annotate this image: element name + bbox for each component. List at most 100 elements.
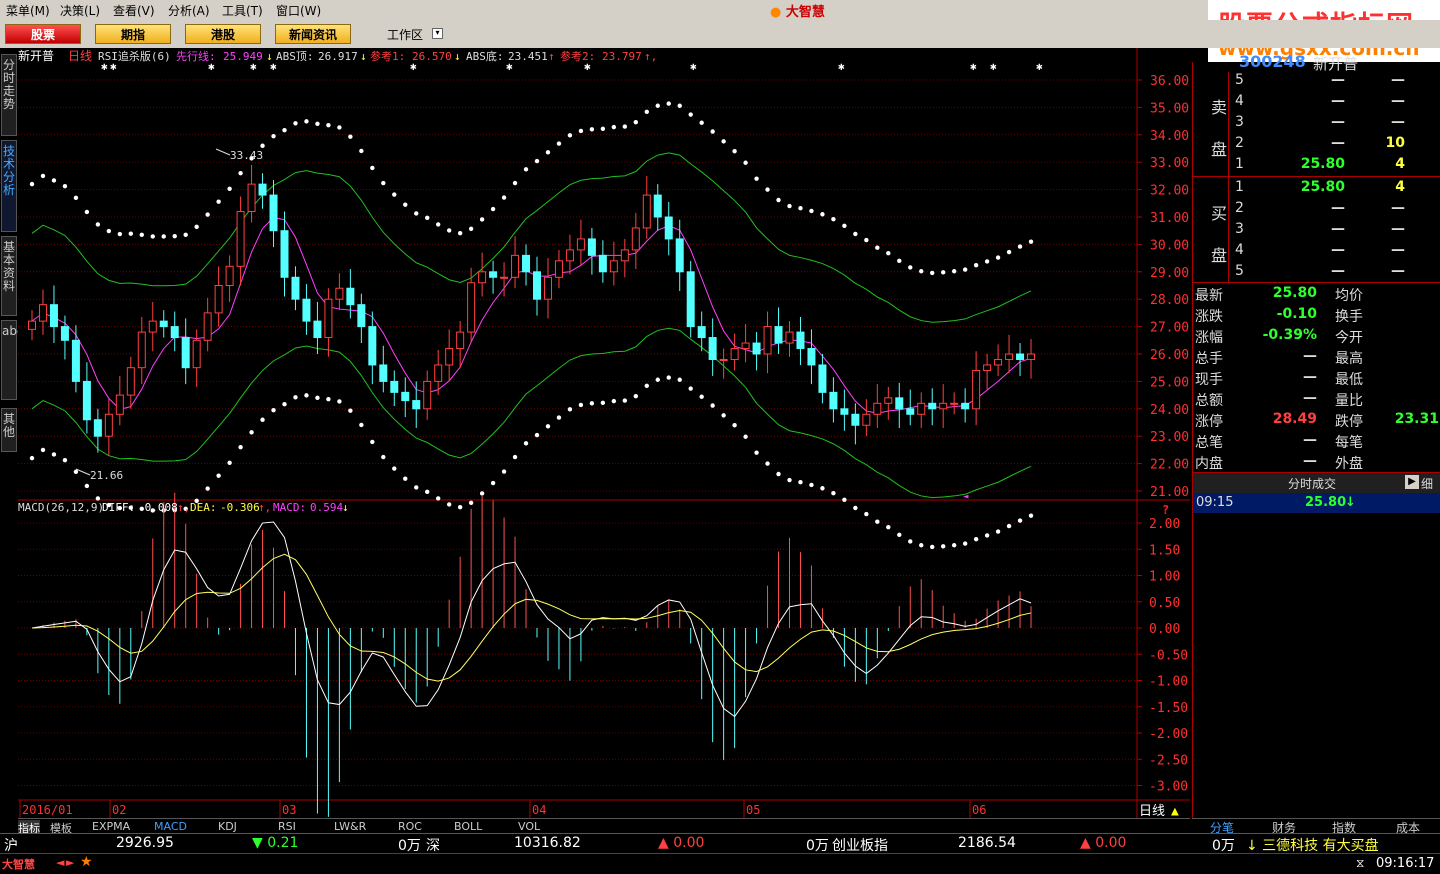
hk-stock-button[interactable]: 港股 (185, 24, 261, 44)
tab-fundamentals[interactable]: 基本资料 (1, 236, 17, 316)
workzone-label[interactable]: 工作区 (387, 26, 423, 43)
ref1-value: 26.570 (412, 50, 452, 63)
tab-boll[interactable]: BOLL (454, 820, 482, 833)
sell-level-row[interactable]: 4 — — (1193, 91, 1440, 112)
upper-dot (84, 209, 90, 215)
upper-dot (743, 160, 748, 165)
tab-lwr[interactable]: LW&R (334, 820, 366, 833)
candle-up (543, 276, 552, 300)
tab-kdj[interactable]: KDJ (218, 820, 237, 833)
tab-expma[interactable]: EXPMA (92, 820, 130, 833)
candle-down (357, 304, 366, 328)
buy-level-row[interactable]: 1 25.80 4 (1193, 177, 1440, 198)
tab-technical[interactable]: 技术分析 (1, 140, 17, 232)
candle-down (522, 254, 531, 273)
upper-dot (73, 195, 79, 201)
trade-row[interactable]: 09:15 25.80 ↓ (1193, 493, 1440, 513)
level: 4 (1235, 93, 1244, 109)
news-button[interactable]: 新闻资讯 (275, 24, 351, 44)
candle-up (785, 331, 794, 344)
sell-level-row[interactable]: 2 — 10 (1193, 133, 1440, 154)
news-ticker[interactable]: ↓ 三德科技 有大买盘 (1246, 835, 1379, 855)
star-icon[interactable]: ★ (80, 854, 93, 870)
candle-up (741, 342, 750, 350)
price-tick-label: 25.00 (1150, 375, 1189, 390)
quote-row: 总笔 — 每笔 (1195, 432, 1363, 451)
level: 3 (1235, 221, 1244, 237)
upper-dot (337, 125, 342, 130)
lower-dot (435, 496, 441, 501)
menu-view[interactable]: 查看(V) (113, 2, 155, 19)
price-tick-label: 22.00 (1150, 458, 1189, 473)
macd-tick-label: -2.00 (1149, 727, 1188, 742)
play-icon[interactable]: ▶ (1405, 475, 1419, 489)
candle-up (576, 238, 585, 251)
upper-dot (534, 158, 540, 164)
macd-tick-label: -1.50 (1149, 701, 1188, 716)
candle-down (906, 408, 915, 415)
chart-pane[interactable]: ✱ ✱ ✱ ✱ ✱ ✱ ✱ ✱ ✱ ✱ ✱ ✱ ✱ 36.00 35.00 34.00 33.00 32.00 3… (18, 48, 1190, 819)
menu-main[interactable]: 菜单(M) (6, 2, 50, 19)
menu-tools[interactable]: 工具(T) (222, 2, 263, 19)
ref2-arrow: ↑, (644, 50, 657, 63)
lower-dot (95, 496, 101, 501)
sell-level-row[interactable]: 5 — — (1193, 70, 1440, 91)
upper-dot (29, 181, 35, 187)
lower-dot (600, 400, 606, 405)
tab-other[interactable]: 其他 (1, 408, 17, 452)
buy-level-row[interactable]: 2 — — (1193, 198, 1440, 219)
level: 4 (1235, 242, 1244, 258)
tab-rsi[interactable]: RSI (278, 820, 296, 833)
detail-button[interactable]: 细 (1421, 475, 1433, 492)
tab-macd[interactable]: MACD (154, 820, 187, 833)
workzone-dropdown-icon[interactable]: ▾ (432, 28, 443, 39)
futures-button[interactable]: 期指 (95, 24, 171, 44)
date-label: 02 (112, 803, 126, 817)
menu-decision[interactable]: 决策(L) (60, 2, 100, 19)
macd-tick-label: 0.00 (1149, 622, 1180, 637)
upper-dot (930, 270, 935, 276)
tab-roc[interactable]: ROC (398, 820, 422, 833)
price-tick-label: 26.00 (1150, 348, 1189, 363)
menu-window[interactable]: 窗口(W) (276, 2, 321, 19)
menu-analysis[interactable]: 分析(A) (168, 2, 210, 19)
level: 1 (1235, 156, 1244, 172)
logo-icon: ● (770, 5, 782, 20)
level: 5 (1235, 72, 1244, 88)
upper-dot (479, 217, 485, 222)
arrow-left-icon[interactable]: ◄ (56, 856, 64, 869)
tab-vol[interactable]: VOL (518, 820, 540, 833)
volume: — (1391, 114, 1405, 130)
candle-down (675, 238, 684, 273)
upper-dot (348, 134, 353, 139)
lower-dot (787, 477, 792, 483)
volume: — (1391, 263, 1405, 279)
buy-level-row[interactable]: 4 — — (1193, 240, 1440, 261)
abs-top-value: 26.917 (318, 50, 358, 63)
sell-level-row[interactable]: 1 25.80 4 (1193, 154, 1440, 175)
sh-change: ▼ 0.21 (252, 835, 299, 851)
period-arrow-icon: ▲ (1171, 804, 1179, 818)
upper-dot (1028, 239, 1034, 244)
lower-dot (534, 432, 540, 438)
macd-tick-label: -0.50 (1149, 648, 1188, 663)
quote-row: 最新 25.80 均价 (1195, 285, 1363, 304)
candle-up (137, 331, 146, 369)
tab-abcd[interactable]: abcd (1, 320, 31, 400)
macd-tick-label: -3.00 (1149, 780, 1188, 795)
volume: — (1391, 200, 1405, 216)
tab-intraday[interactable]: 分时走势 (1, 54, 17, 136)
candle-down (664, 216, 673, 240)
lower-dot (84, 483, 90, 489)
upper-dot (875, 245, 880, 250)
market-status-bar: 沪 2926.95 ▼ 0.21 0万 深 10316.82 ▲ 0.00 0万… (0, 833, 1440, 854)
trade-header: 分时成交 ▶ 细 (1193, 472, 1440, 493)
lower-dot (908, 539, 913, 544)
buy-level-row[interactable]: 3 — — (1193, 219, 1440, 240)
candle-up (126, 367, 135, 396)
buy-level-row[interactable]: 5 — — (1193, 261, 1440, 282)
sell-level-row[interactable]: 3 — — (1193, 112, 1440, 133)
candle-down (829, 391, 838, 410)
stock-button[interactable]: 股票 (5, 24, 81, 44)
arrow-right-icon[interactable]: ► (66, 856, 74, 869)
